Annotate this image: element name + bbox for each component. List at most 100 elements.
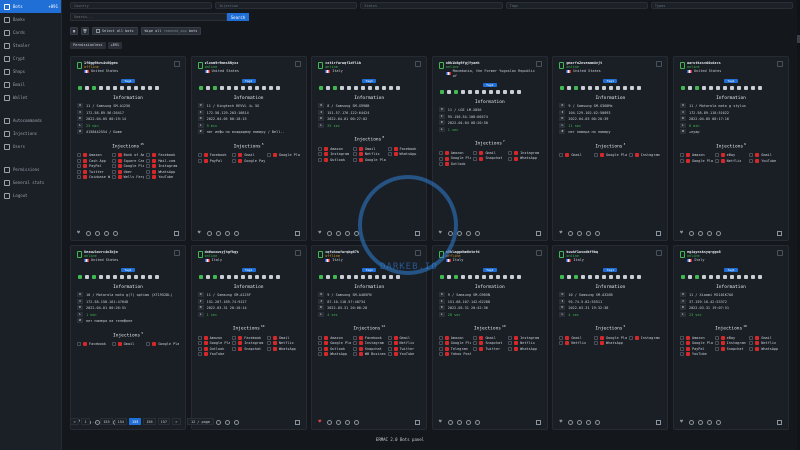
trash-button[interactable]: 🗑 — [81, 27, 89, 35]
lock-icon[interactable] — [446, 275, 451, 280]
injection-item[interactable]: WhatsApp — [749, 347, 782, 352]
contacts-icon[interactable] — [347, 275, 352, 280]
tag-badge[interactable]: Tag1 — [241, 267, 256, 273]
gear-icon[interactable] — [706, 420, 712, 425]
injection-checkbox[interactable] — [318, 157, 323, 162]
sidebar-item-permissions[interactable]: Permissions — [0, 163, 61, 176]
injection-item[interactable]: Instagram — [352, 341, 386, 346]
lock-icon[interactable] — [85, 86, 89, 91]
phone-icon[interactable] — [560, 86, 565, 91]
globe-icon[interactable] — [456, 420, 462, 425]
pagination-page[interactable]: 153 — [100, 418, 113, 425]
injection-item[interactable]: Google Play — [146, 342, 179, 347]
injection-item[interactable]: PayPal — [197, 159, 231, 164]
injection-item[interactable]: Gmail — [749, 336, 782, 341]
injection-checkbox[interactable] — [679, 341, 684, 346]
injection-item[interactable]: Gmail — [387, 336, 421, 341]
injection-item[interactable]: Google Play — [318, 341, 351, 346]
trash-icon[interactable] — [354, 231, 360, 236]
select-checkbox[interactable] — [776, 250, 783, 256]
injection-item[interactable]: Snapchat — [232, 347, 265, 352]
filter-types[interactable]: Types — [650, 2, 794, 9]
injection-checkbox[interactable] — [146, 342, 151, 347]
injection-checkbox[interactable] — [749, 335, 754, 340]
shield-icon[interactable] — [155, 86, 159, 91]
settings-icon[interactable] — [86, 231, 91, 236]
shield-icon[interactable] — [516, 90, 521, 95]
injection-item[interactable]: WhatsApp — [318, 352, 351, 357]
bot-card[interactable]: egiqynsksyqrggo8 online Italy Tag1 Informati… — [672, 245, 789, 430]
injection-checkbox[interactable] — [387, 352, 392, 357]
search-button[interactable]: Search — [227, 13, 249, 21]
app-icon[interactable] — [361, 86, 366, 91]
injection-checkbox[interactable] — [318, 352, 323, 357]
settings-icon[interactable] — [688, 420, 694, 425]
injection-item[interactable]: Snapchat — [473, 341, 506, 346]
injection-checkbox[interactable] — [438, 352, 443, 357]
expand-icon[interactable] — [535, 420, 541, 425]
chat-icon[interactable] — [502, 275, 507, 280]
settings-icon[interactable] — [447, 420, 453, 425]
injection-checkbox[interactable] — [266, 153, 271, 158]
injection-checkbox[interactable] — [197, 153, 202, 158]
phone-icon[interactable] — [198, 86, 203, 91]
tag-badge[interactable]: Tag1 — [723, 267, 738, 273]
injection-item[interactable]: Gmail — [111, 342, 145, 347]
injection-item[interactable]: Wells Fargo Mobile — [111, 175, 144, 180]
chat-icon[interactable] — [623, 275, 628, 280]
injection-item[interactable]: Instagram — [714, 341, 748, 346]
injection-checkbox[interactable] — [387, 146, 392, 151]
injection-item[interactable]: Gmail — [266, 336, 300, 341]
permission-tag[interactable]: Permissionless +891 — [70, 42, 122, 49]
globe-icon[interactable] — [215, 231, 221, 236]
sidebar-item-users[interactable]: Users — [0, 140, 61, 153]
phone-icon[interactable] — [78, 275, 82, 280]
select-checkbox[interactable] — [535, 250, 542, 256]
injection-checkbox[interactable] — [508, 341, 513, 346]
injection-checkbox[interactable] — [111, 153, 116, 158]
injection-item[interactable]: PayPal — [679, 347, 713, 352]
injection-item[interactable]: Outlook — [197, 347, 231, 352]
gear-icon[interactable] — [224, 420, 230, 425]
lock-icon[interactable] — [446, 90, 451, 95]
chat-icon[interactable] — [141, 86, 145, 91]
trash-icon[interactable] — [715, 231, 721, 236]
antenna-icon[interactable] — [92, 86, 96, 91]
phone-icon[interactable] — [439, 90, 444, 95]
app-icon[interactable] — [481, 90, 486, 95]
injection-item[interactable]: Instagram — [318, 152, 351, 157]
gear-icon[interactable] — [465, 420, 471, 425]
injection-checkbox[interactable] — [714, 341, 719, 346]
injection-item[interactable]: Netflix — [352, 152, 386, 157]
screen-icon[interactable] — [268, 86, 273, 91]
filter-tags[interactable]: Tags — [505, 2, 648, 9]
gear-icon[interactable] — [465, 231, 471, 236]
shield-icon[interactable] — [757, 275, 762, 280]
trash-icon[interactable] — [113, 231, 118, 236]
injection-item[interactable]: WB Business — [352, 352, 386, 357]
injection-item[interactable]: Instagram — [146, 164, 179, 169]
mail-icon[interactable] — [616, 275, 621, 280]
injection-checkbox[interactable] — [232, 346, 237, 351]
injection-item[interactable]: Outlook — [438, 162, 472, 167]
expand-icon[interactable] — [535, 231, 541, 236]
injection-checkbox[interactable] — [352, 152, 357, 157]
injection-checkbox[interactable] — [197, 352, 202, 357]
injection-checkbox[interactable] — [318, 346, 323, 351]
antenna-icon[interactable] — [212, 86, 217, 91]
injection-item[interactable]: Netflix — [508, 341, 541, 346]
injection-checkbox[interactable] — [749, 153, 754, 158]
phone-icon[interactable] — [680, 275, 685, 280]
mail-icon[interactable] — [254, 275, 259, 280]
favorite-heart-icon[interactable]: ♥ — [559, 420, 564, 425]
globe-icon[interactable] — [456, 231, 462, 236]
globe-icon[interactable] — [577, 420, 583, 425]
location-icon[interactable] — [368, 86, 373, 91]
injection-item[interactable]: Gmail — [559, 153, 592, 158]
bot-card[interactable]: kuuhf1uvodkf9bq online Italy Tag1 Informatio… — [552, 245, 669, 430]
injection-item[interactable]: Outlook — [318, 347, 351, 352]
injection-item[interactable]: Google Play — [197, 341, 230, 346]
injection-item[interactable]: Gmail — [473, 151, 506, 156]
chat-icon[interactable] — [141, 275, 145, 280]
injection-item[interactable]: WhatsApp — [266, 347, 300, 352]
